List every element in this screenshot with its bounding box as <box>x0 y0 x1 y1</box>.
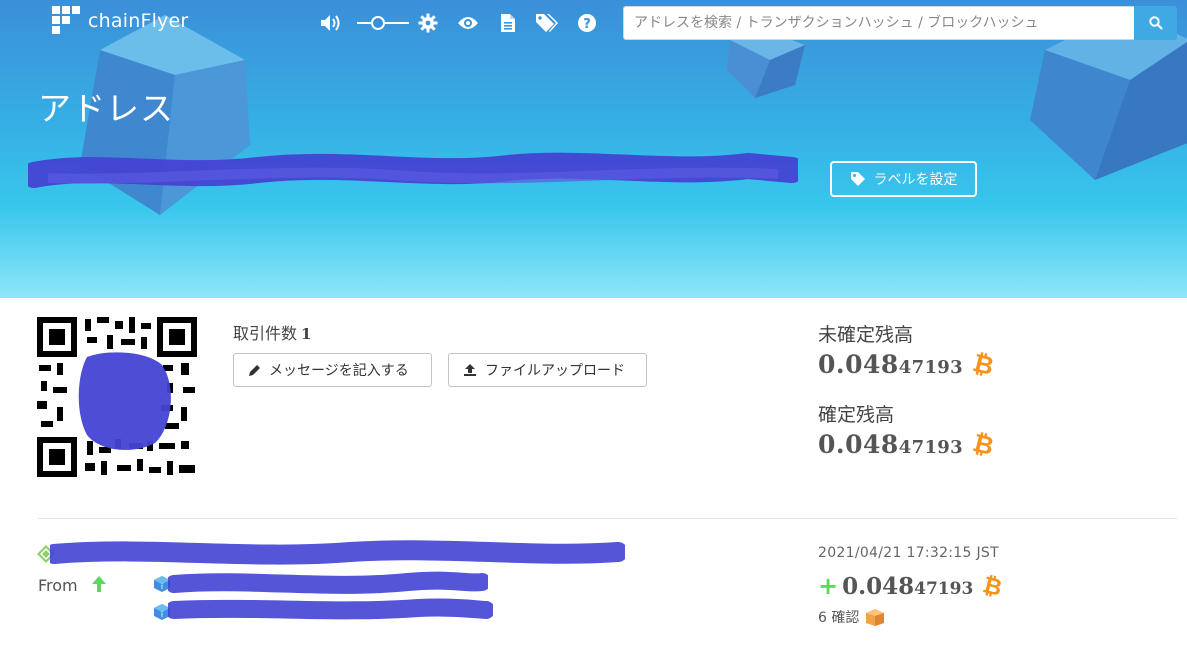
volume-icon[interactable] <box>318 10 344 36</box>
font-size-slider[interactable] <box>357 12 409 32</box>
tag-icon <box>850 172 865 186</box>
section-divider <box>38 518 1177 519</box>
confirmed-balance-minor: 47193 <box>898 437 963 458</box>
transaction-timestamp: 2021/04/21 17:32:15 JST <box>818 545 999 561</box>
confirmed-balance-label: 確定残高 <box>818 404 895 426</box>
brand-name: chainFlyer <box>88 10 189 32</box>
top-navbar: chainFlyer ? <box>0 0 1187 44</box>
redacted-from-address[interactable] <box>168 596 493 624</box>
search-button[interactable] <box>1134 6 1177 40</box>
confirmed-balance: 0.048 47193 ₿ <box>818 428 997 461</box>
file-upload-button[interactable]: ファイルアップロード <box>448 353 647 387</box>
confirmations: 6 確認 <box>818 607 885 627</box>
pencil-icon <box>249 364 260 376</box>
hero-banner: chainFlyer ? アドレスを検索 / トランザクションハッシュ / ブロ… <box>0 0 1187 298</box>
redacted-transaction-hash[interactable] <box>50 538 625 570</box>
svg-text:i: i <box>161 610 163 619</box>
svg-text:i: i <box>161 582 163 591</box>
tags-icon[interactable] <box>534 10 560 36</box>
transaction-count-value: 1 <box>301 325 312 343</box>
from-label: From <box>38 575 107 595</box>
bitcoin-icon: ₿ <box>980 572 1005 602</box>
unconfirmed-balance-major: 0.048 <box>818 350 899 379</box>
set-label-text: ラベルを設定 <box>873 172 958 188</box>
address-qr-code <box>37 317 197 477</box>
unconfirmed-balance: 0.048 47193 ₿ <box>818 348 997 381</box>
gear-icon[interactable] <box>415 10 441 36</box>
transaction-amount: + 0.048 47193 ₿ <box>818 572 1005 602</box>
unconfirmed-balance-label: 未確定残高 <box>818 324 914 346</box>
block-box-icon <box>866 609 885 626</box>
amount-sign: + <box>818 572 839 600</box>
page-title: アドレス <box>38 89 174 128</box>
eye-icon[interactable] <box>455 10 481 36</box>
write-message-label: メッセージを記入する <box>269 363 409 379</box>
transaction-count: 取引件数 1 <box>233 320 311 344</box>
set-label-button[interactable]: ラベルを設定 <box>830 161 977 197</box>
chainflyer-logo-icon <box>52 6 82 36</box>
from-text: From <box>38 576 78 595</box>
slider-knob[interactable] <box>371 16 385 30</box>
bitcoin-icon: ₿ <box>969 427 997 462</box>
svg-text:?: ? <box>583 17 591 32</box>
arrow-up-icon <box>91 576 106 592</box>
transaction-amount-major: 0.048 <box>842 573 915 600</box>
redacted-from-address[interactable] <box>168 570 488 598</box>
confirmed-balance-major: 0.048 <box>818 430 899 459</box>
upload-icon <box>464 364 476 376</box>
file-upload-label: ファイルアップロード <box>485 363 625 379</box>
write-message-button[interactable]: メッセージを記入する <box>233 353 432 387</box>
search-icon <box>1148 16 1163 30</box>
search-input[interactable] <box>623 6 1134 40</box>
search-bar <box>623 6 1177 40</box>
redacted-address <box>28 152 798 188</box>
help-icon[interactable]: ? <box>574 10 600 36</box>
transaction-amount-minor: 47193 <box>914 579 974 599</box>
brand-logo[interactable]: chainFlyer <box>52 6 188 36</box>
confirmations-text: 6 確認 <box>818 610 860 626</box>
document-icon[interactable] <box>495 10 521 36</box>
bitcoin-icon: ₿ <box>969 347 997 382</box>
unconfirmed-balance-minor: 47193 <box>898 357 963 378</box>
transaction-count-label: 取引件数 <box>233 324 298 343</box>
